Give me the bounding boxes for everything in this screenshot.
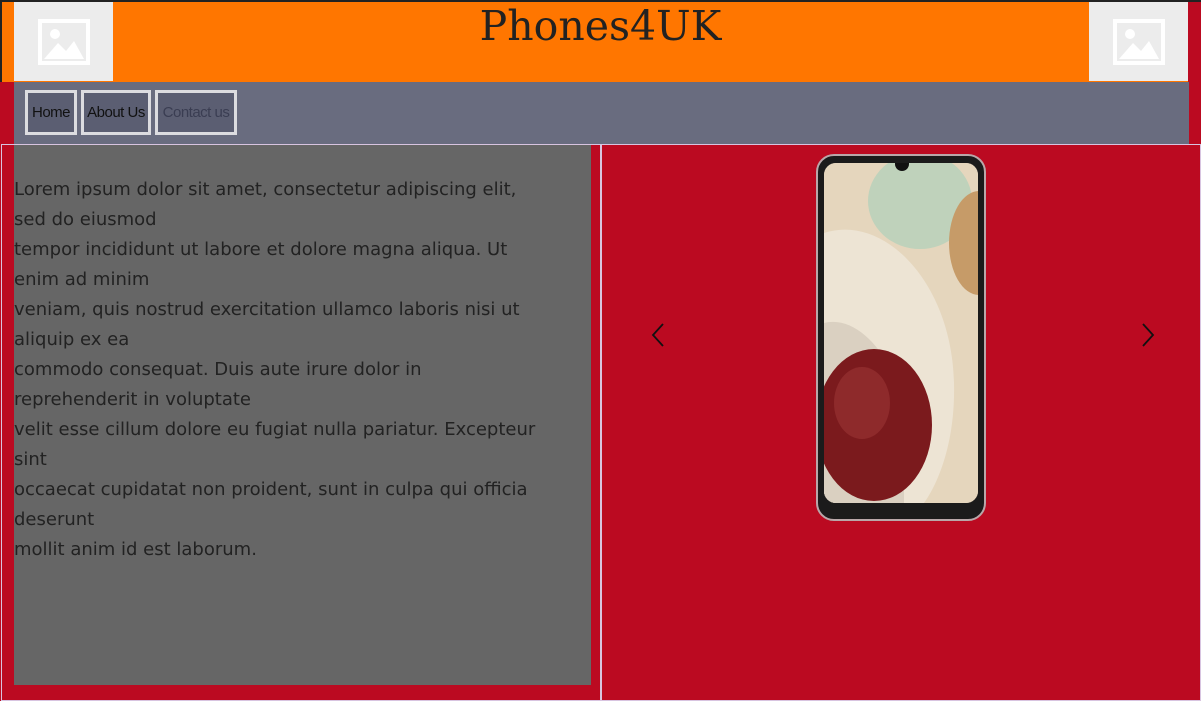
image-placeholder-icon	[1112, 18, 1165, 65]
phone-image	[816, 154, 986, 521]
nav-item-home[interactable]: Home	[25, 90, 77, 135]
phone-screen	[824, 163, 978, 503]
nav-list: Home About Us Contact us	[25, 90, 237, 135]
header-right-strip	[1188, 2, 1201, 82]
nav-item-about-us[interactable]: About Us	[81, 90, 151, 135]
chevron-left-icon[interactable]	[644, 320, 674, 350]
text-panel: Lorem ipsum dolor sit amet, consectetur …	[14, 145, 591, 685]
chevron-right-icon[interactable]	[1132, 320, 1162, 350]
main-navbar: Home About Us Contact us	[14, 82, 1189, 144]
nav-item-contact-us[interactable]: Contact us	[155, 90, 237, 135]
right-logo-placeholder	[1089, 2, 1188, 81]
image-carousel	[601, 144, 1201, 701]
left-content-section: Lorem ipsum dolor sit amet, consectetur …	[1, 144, 601, 701]
wallpaper-graphic	[824, 163, 978, 503]
lorem-paragraph: Lorem ipsum dolor sit amet, consectetur …	[14, 179, 536, 560]
site-title: Phones4UK	[479, 2, 722, 50]
